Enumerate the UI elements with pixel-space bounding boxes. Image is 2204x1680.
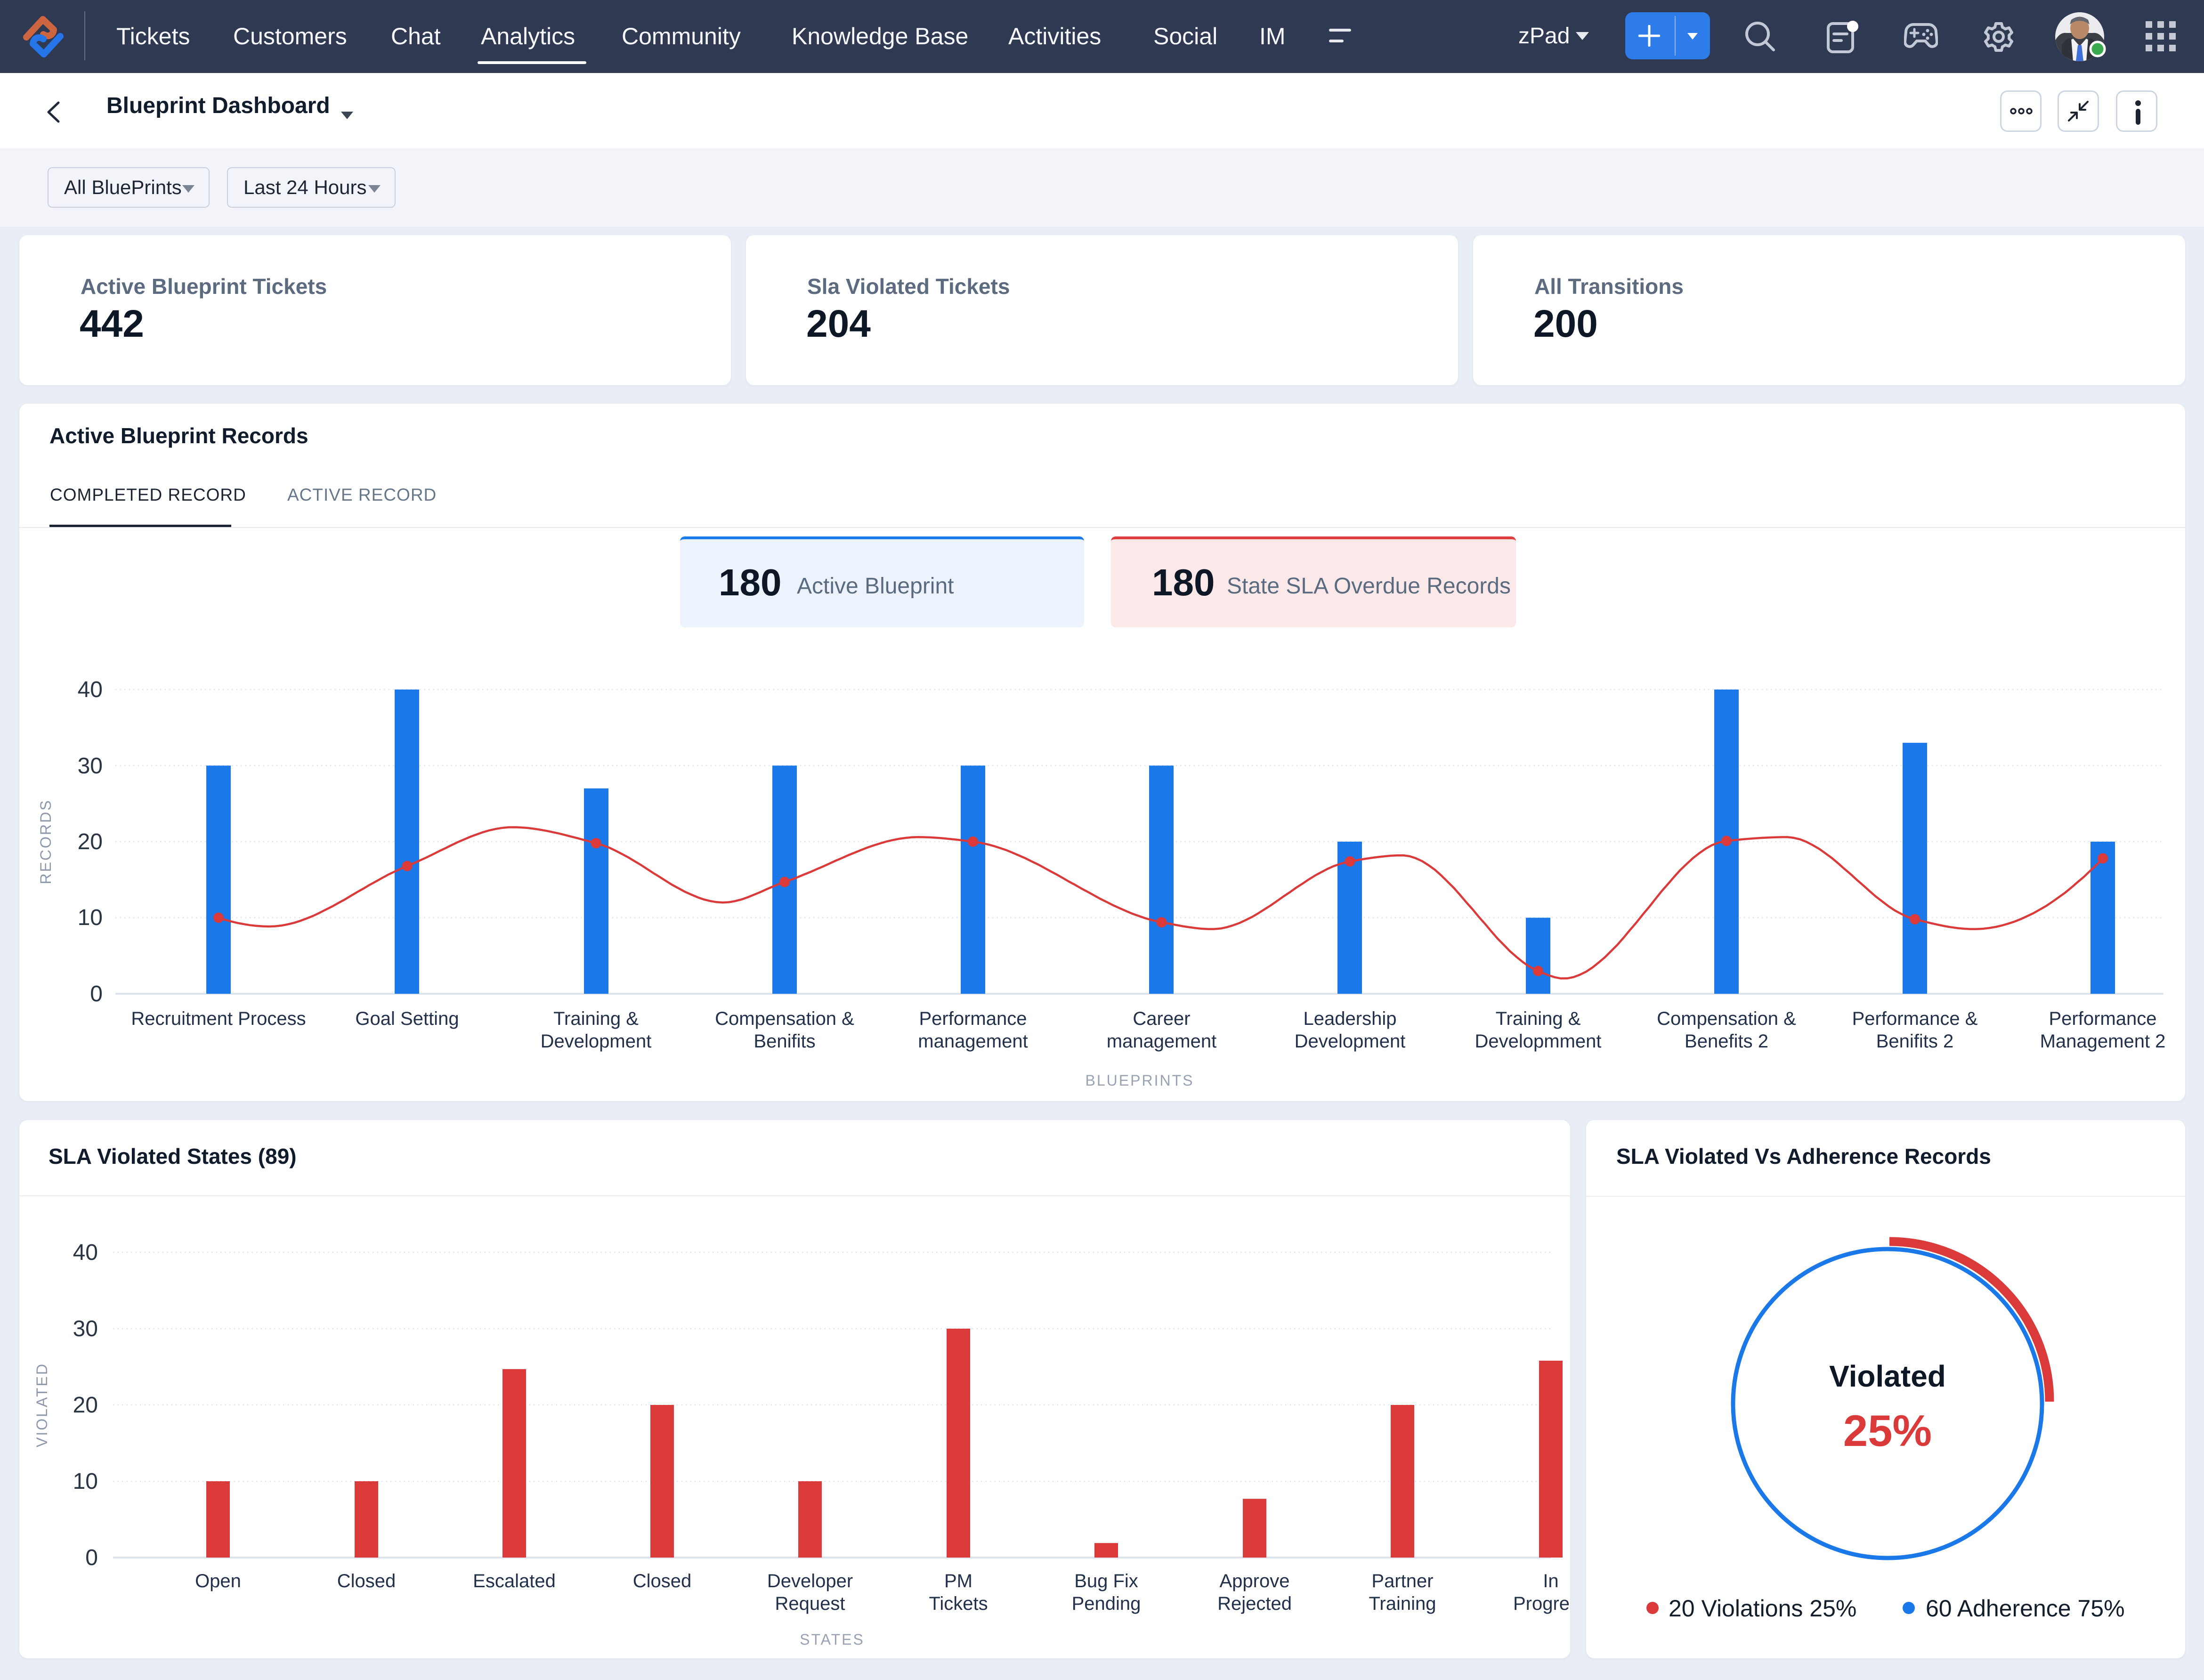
svg-text:Progress: Progress [1513, 1593, 1570, 1614]
svg-text:30: 30 [73, 1316, 98, 1341]
svg-text:40: 40 [78, 677, 103, 702]
svg-text:RECORDS: RECORDS [37, 799, 54, 884]
svg-text:Bug Fix: Bug Fix [1074, 1571, 1138, 1591]
svg-text:Rejected: Rejected [1217, 1593, 1292, 1614]
svg-text:10: 10 [73, 1469, 98, 1494]
svg-text:Developer: Developer [767, 1571, 853, 1591]
svg-text:Development: Development [1295, 1031, 1406, 1052]
svg-text:Benifits 2: Benifits 2 [1876, 1031, 1954, 1052]
svg-text:Escalated: Escalated [473, 1571, 556, 1591]
svg-text:Training &: Training & [1496, 1008, 1581, 1029]
svg-text:Performance: Performance [2049, 1008, 2157, 1029]
svg-text:Recruitment Process: Recruitment Process [131, 1008, 306, 1029]
svg-text:0: 0 [85, 1545, 98, 1570]
svg-text:Performance: Performance [919, 1008, 1027, 1029]
svg-text:Open: Open [195, 1571, 241, 1591]
svg-text:40: 40 [73, 1240, 98, 1265]
svg-text:STATES: STATES [800, 1631, 865, 1648]
svg-text:Career: Career [1133, 1008, 1190, 1029]
svg-text:Benifits: Benifits [754, 1031, 815, 1052]
svg-text:60 Adherence 75%: 60 Adherence 75% [1926, 1595, 2125, 1622]
svg-text:Leadership: Leadership [1304, 1008, 1397, 1029]
svg-text:10: 10 [78, 905, 103, 930]
svg-text:Benefits 2: Benefits 2 [1685, 1031, 1768, 1052]
svg-text:Performance &: Performance & [1852, 1008, 1978, 1029]
svg-text:In: In [1543, 1571, 1558, 1591]
svg-text:Goal Setting: Goal Setting [355, 1008, 459, 1029]
svg-text:Training &: Training & [553, 1008, 639, 1029]
svg-text:management: management [1107, 1031, 1216, 1052]
svg-text:0: 0 [90, 982, 103, 1006]
svg-text:Compensation &: Compensation & [715, 1008, 854, 1029]
svg-text:Approve: Approve [1220, 1571, 1290, 1591]
svg-text:20: 20 [73, 1393, 98, 1418]
svg-text:Pending: Pending [1072, 1593, 1141, 1614]
svg-text:Tickets: Tickets [929, 1593, 988, 1614]
svg-text:PM: PM [944, 1571, 972, 1591]
svg-text:BLUEPRINTS: BLUEPRINTS [1086, 1072, 1194, 1089]
svg-text:VIOLATED: VIOLATED [33, 1363, 50, 1447]
svg-text:Development: Development [541, 1031, 652, 1052]
svg-text:Training: Training [1369, 1593, 1436, 1614]
svg-text:30: 30 [78, 754, 103, 779]
svg-text:Closed: Closed [337, 1571, 396, 1591]
svg-text:Closed: Closed [633, 1571, 692, 1591]
svg-text:Request: Request [775, 1593, 845, 1614]
svg-text:Developmment: Developmment [1475, 1031, 1601, 1052]
svg-text:Management 2: Management 2 [2040, 1031, 2166, 1052]
svg-text:management: management [918, 1031, 1028, 1052]
svg-text:20: 20 [78, 829, 103, 854]
svg-text:Violated: Violated [1829, 1359, 1946, 1393]
svg-text:Compensation &: Compensation & [1657, 1008, 1796, 1029]
svg-text:20 Violations 25%: 20 Violations 25% [1669, 1595, 1856, 1622]
svg-text:Partner: Partner [1371, 1571, 1433, 1591]
svg-text:25%: 25% [1843, 1406, 1932, 1455]
